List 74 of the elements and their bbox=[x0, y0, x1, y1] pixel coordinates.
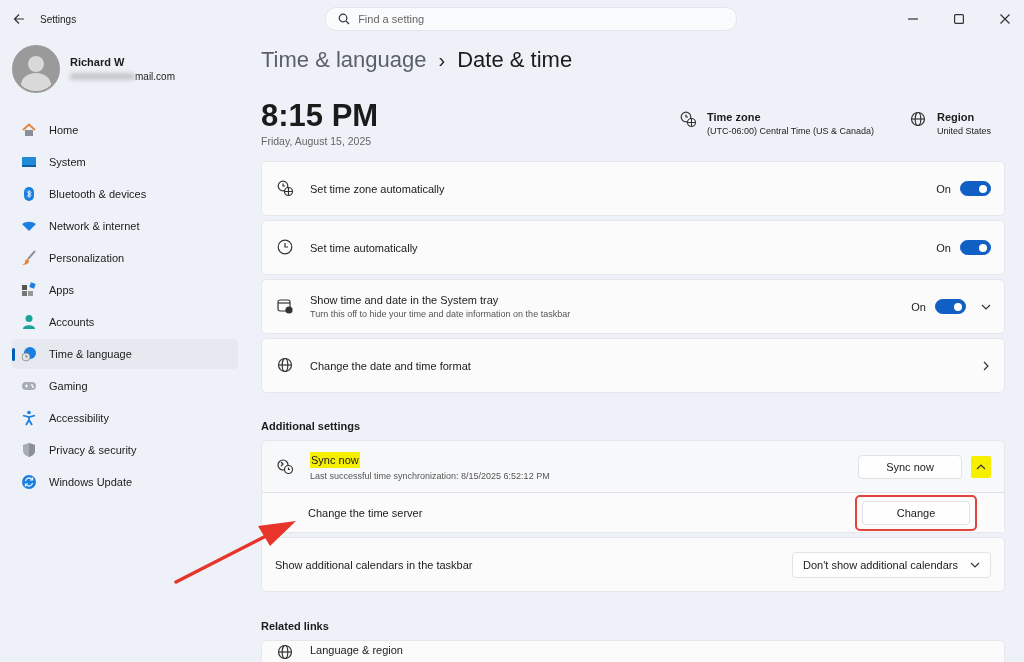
setting-label: Change the date and time format bbox=[310, 359, 471, 372]
section-heading: Additional settings bbox=[261, 420, 361, 432]
current-date: Friday, August 15, 2025 bbox=[261, 135, 373, 147]
maximize-icon[interactable] bbox=[954, 14, 964, 24]
sidebar-item[interactable]: Time & language bbox=[12, 339, 238, 369]
sidebar-item[interactable]: Accounts bbox=[12, 307, 238, 337]
globe-icon bbox=[277, 357, 294, 374]
chevron-right-icon bbox=[981, 360, 991, 371]
toggle-state: On bbox=[911, 300, 926, 313]
toggle-state: On bbox=[936, 241, 951, 254]
globe-icon bbox=[909, 111, 927, 128]
search-field[interactable]: Find a setting bbox=[325, 7, 738, 31]
info-label: Time zone bbox=[706, 111, 762, 123]
sidebar-item[interactable]: Accessibility bbox=[12, 403, 238, 433]
apps-icon bbox=[21, 282, 37, 298]
sidebar-item[interactable]: Gaming bbox=[12, 371, 238, 401]
sidebar-item[interactable]: Personalization bbox=[12, 243, 238, 273]
info-value: (UTC-06:00) Central Time (US & Canada) bbox=[706, 126, 874, 136]
sidebar-item[interactable]: Network & internet bbox=[12, 211, 238, 241]
window-title: Settings bbox=[40, 13, 77, 25]
sidebar-item[interactable]: System bbox=[12, 147, 238, 177]
accessibility-icon bbox=[21, 410, 37, 426]
globe-clock-icon bbox=[21, 346, 37, 362]
setting-label: Set time automatically bbox=[310, 241, 418, 254]
breadcrumb-link[interactable]: Time & language bbox=[261, 47, 427, 73]
change-button[interactable]: Change bbox=[862, 500, 970, 525]
monitor-icon bbox=[21, 154, 37, 170]
clock-globe-icon bbox=[679, 111, 697, 128]
brush-icon bbox=[21, 250, 37, 266]
setting-label: Show additional calendars in the taskbar bbox=[275, 558, 473, 571]
avatar-icon bbox=[12, 45, 60, 93]
breadcrumb-separator: › bbox=[438, 49, 446, 72]
toggle-switch[interactable] bbox=[960, 181, 991, 196]
sidebar-item[interactable]: Privacy & security bbox=[12, 435, 238, 465]
blurred-text bbox=[70, 73, 135, 80]
toggle-switch[interactable] bbox=[935, 299, 966, 314]
update-icon bbox=[21, 474, 37, 490]
section-heading: Related links bbox=[261, 620, 330, 632]
sidebar-item[interactable]: Windows Update bbox=[12, 467, 238, 497]
home-icon bbox=[21, 122, 37, 138]
selection-indicator bbox=[12, 348, 15, 361]
person-icon bbox=[21, 314, 37, 330]
setting-description: Last successful time synchronization: 8/15/2025 6:52:12 PM bbox=[310, 471, 551, 481]
back-icon[interactable] bbox=[13, 13, 25, 25]
close-icon[interactable] bbox=[1000, 14, 1010, 24]
toggle-state: On bbox=[936, 182, 951, 195]
setting-description: Turn this off to hide your time and date information on the taskbar bbox=[310, 309, 572, 319]
bluetooth-icon bbox=[21, 186, 37, 202]
current-time: 8:15 PM bbox=[261, 99, 380, 133]
shield-icon bbox=[21, 442, 37, 458]
setting-label: Show time and date in the System tray bbox=[310, 294, 499, 306]
dropdown[interactable]: Don't show additional calendars bbox=[792, 551, 991, 578]
calendar-clock-icon bbox=[277, 298, 294, 315]
info-label: Region bbox=[936, 111, 976, 123]
page-title: Date & time bbox=[457, 47, 573, 73]
sidebar-item[interactable]: Apps bbox=[12, 275, 238, 305]
sidebar-item[interactable]: Bluetooth & devices bbox=[12, 179, 238, 209]
user-name: Richard W bbox=[70, 56, 126, 68]
expand-toggle[interactable] bbox=[971, 455, 991, 478]
sync-icon bbox=[277, 458, 294, 475]
setting-label: Change the time server bbox=[308, 506, 423, 519]
language-icon bbox=[277, 644, 294, 661]
clock-icon bbox=[277, 239, 294, 256]
setting-label: Sync now bbox=[310, 452, 360, 468]
search-icon bbox=[338, 13, 351, 25]
info-value: United States bbox=[936, 126, 991, 136]
sync-button[interactable]: Sync now bbox=[858, 454, 962, 479]
sidebar-item[interactable]: Home bbox=[12, 115, 238, 145]
toggle-switch[interactable] bbox=[960, 240, 991, 255]
user-email: mail.com bbox=[135, 71, 175, 82]
setting-label: Set time zone automatically bbox=[310, 182, 445, 195]
link-card[interactable]: Language & region bbox=[261, 640, 1005, 662]
clock-globe-icon bbox=[277, 180, 294, 197]
search-input[interactable]: Find a setting bbox=[358, 13, 725, 25]
